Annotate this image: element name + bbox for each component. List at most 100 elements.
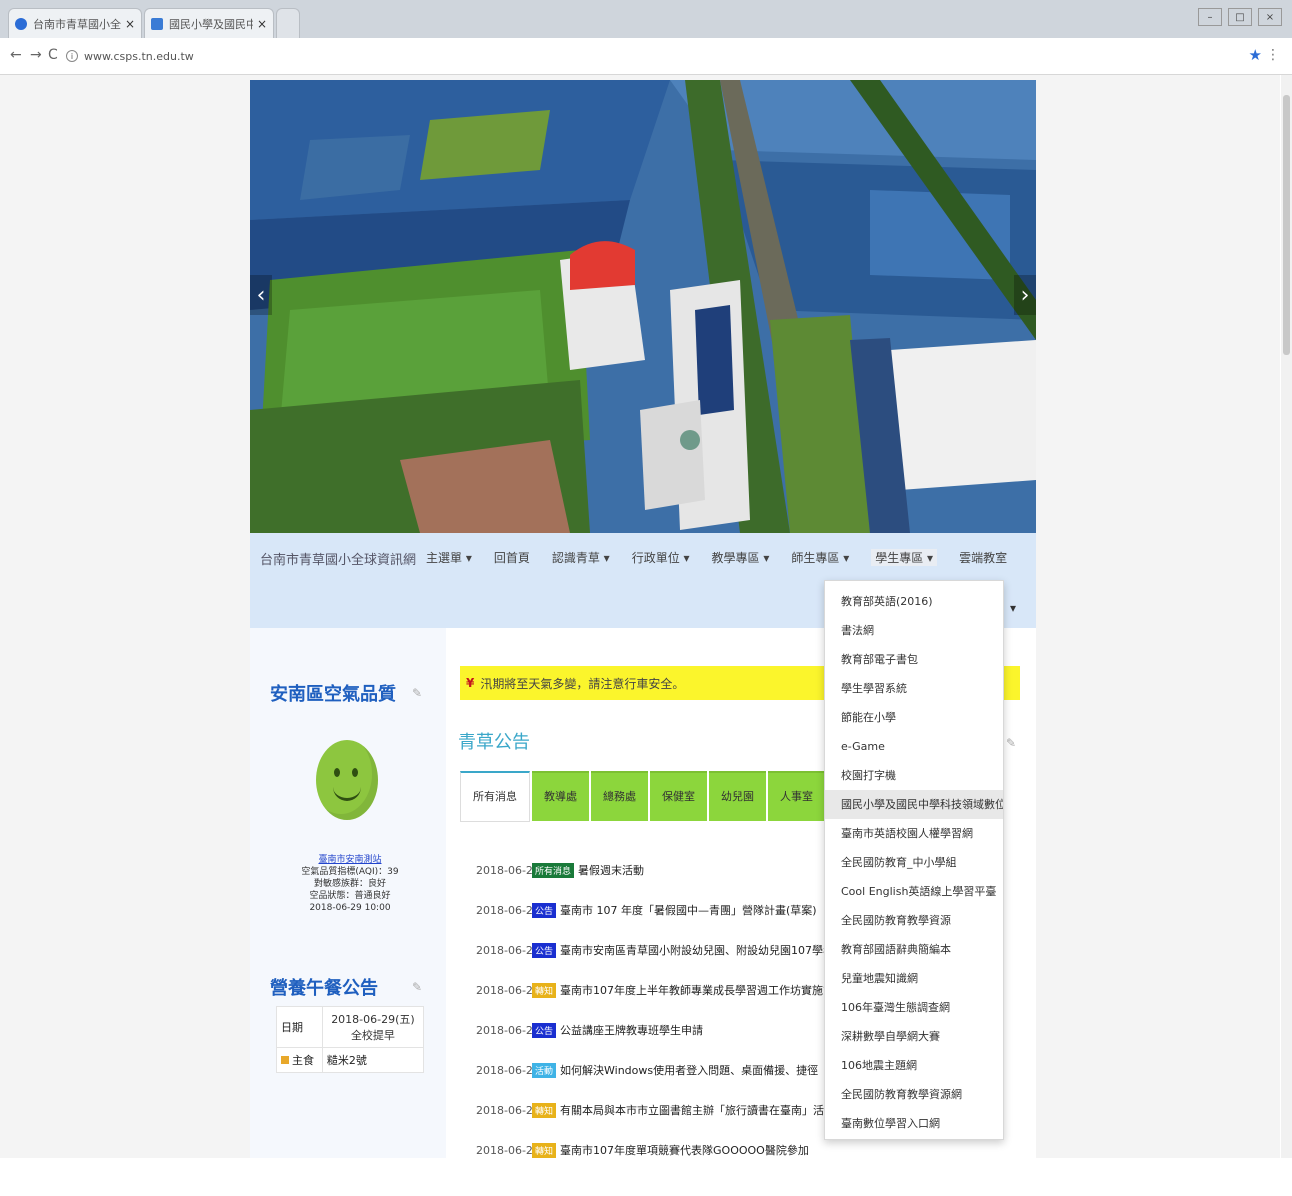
status-badge: 活動 (532, 1062, 557, 1078)
marquee-text: 汛期將至天氣多變，請注意行車安全。 (480, 676, 685, 691)
table-row: 日期 2018-06-29(五) 全校提早 (276, 1006, 425, 1048)
window-controls: – □ × (1198, 8, 1282, 26)
new-tab-button[interactable] (276, 8, 300, 38)
announcements-title: 青草公告 (458, 732, 530, 753)
chevron-down-icon[interactable]: ▾ (1010, 601, 1016, 615)
hero-banner: ‹ › (250, 80, 1036, 533)
dropdown-item[interactable]: 106地震主題網 (825, 1051, 1003, 1080)
url-text: www.csps.tn.edu.tw (84, 49, 194, 63)
maximize-icon[interactable]: □ (1228, 8, 1252, 26)
aqi-text: 空氣品質指標(AQI)：39 (301, 867, 399, 877)
smiley-face-icon (316, 740, 378, 820)
news-title-link[interactable]: 公益講座王牌教專班學生申請 (560, 1022, 703, 1038)
main-menu: 主選單 ▾ 回首頁 認識青草 ▾ 行政單位 ▾ 教學專區 ▾ 師生專區 ▾ 學生… (426, 549, 1007, 566)
tab-health[interactable]: 保健室 (650, 771, 707, 821)
pin-icon[interactable]: ✎ (1006, 736, 1016, 750)
dropdown-item[interactable]: e-Game (825, 732, 1003, 761)
student-dropdown-menu: 教育部英語(2016) 書法網 教育部電子書包 學生學習系統 節能在小學 e-Game 校園… (824, 580, 1004, 1140)
news-title-link[interactable]: 臺南市107年度單項競賽代表隊GOOOOO醫院參加 (560, 1142, 809, 1158)
dropdown-item[interactable]: 臺南數位學習入口網 (825, 1109, 1003, 1138)
menu-item-staff[interactable]: 師生專區 ▾ (791, 549, 849, 566)
news-date: 2018-06-27 (476, 943, 540, 957)
dropdown-item[interactable]: 教育部國語辭典簡編本 (825, 935, 1003, 964)
tab-academic[interactable]: 教導處 (532, 771, 589, 821)
tab-kindergarten[interactable]: 幼兒園 (709, 771, 766, 821)
document-favicon-icon (151, 17, 163, 30)
bookmark-star-icon[interactable]: ★ (1249, 46, 1262, 64)
menu-item-main[interactable]: 主選單 ▾ (426, 549, 472, 566)
dropdown-item[interactable]: 深耕數學自學網大賽 (825, 1022, 1003, 1051)
page-viewport: ‹ › 台南市青草國小全球資訊網 主選單 ▾ 回首頁 認識青草 ▾ 行政單位 ▾… (0, 75, 1280, 1158)
lunch-title: 營養午餐公告 (270, 978, 378, 999)
close-icon[interactable]: × (125, 17, 135, 31)
status-badge: 轉知 (532, 1102, 557, 1118)
url-input[interactable]: i www.csps.tn.edu.tw (66, 46, 1226, 66)
dropdown-item[interactable]: 兒童地震知識網 (825, 964, 1003, 993)
status-badge: 公告 (532, 902, 557, 918)
pin-icon[interactable]: ✎ (412, 686, 422, 700)
update-time: 2018-06-29 10:00 (309, 903, 391, 913)
back-icon[interactable]: ← (10, 47, 22, 63)
lunch-date: 2018-06-29(五) (331, 1013, 415, 1026)
browser-tab-bar: 台南市青草國小全球資訊網 × 國民小學及國民中學科技... × – □ × (0, 0, 1292, 38)
vertical-scrollbar[interactable] (1281, 75, 1292, 1158)
window-close-icon[interactable]: × (1258, 8, 1282, 26)
dropdown-item[interactable]: 學生學習系統 (825, 674, 1003, 703)
news-title-link[interactable]: 臺南市107年度上半年教師專業成長學習週工作坊實施計畫 (560, 982, 845, 998)
dropdown-item[interactable]: 校園打字機 (825, 761, 1003, 790)
lunch-date-note: 全校提早 (350, 1029, 395, 1042)
news-date: 2018-06-27 (476, 1023, 540, 1037)
carousel-prev-icon[interactable]: ‹ (250, 275, 272, 315)
news-title-link[interactable]: 暑假週末活動 (578, 862, 644, 878)
dropdown-item[interactable]: Cool English英語線上學習平臺 (825, 877, 1003, 906)
close-icon[interactable]: × (257, 17, 267, 31)
main-value: 糙米2號 (321, 1047, 425, 1073)
news-title-link[interactable]: 有關本局與本市市立圖書館主辦「旅行讀書在臺南」活動，請 (560, 1102, 857, 1118)
forward-icon[interactable]: → (30, 47, 42, 63)
dropdown-item[interactable]: 書法網 (825, 616, 1003, 645)
reload-icon[interactable]: C (48, 47, 58, 63)
menu-item-about[interactable]: 認識青草 ▾ (552, 549, 610, 566)
dropdown-item[interactable]: 全民國防教育教學資源網 (825, 1080, 1003, 1109)
carousel-next-icon[interactable]: › (1014, 275, 1036, 315)
tab-personnel[interactable]: 人事室 (768, 771, 825, 821)
tab-all[interactable]: 所有消息 (460, 771, 530, 822)
news-title-link[interactable]: 臺南市 107 年度「暑假國中—青團」營隊計畫(草案) (560, 902, 817, 918)
left-sidebar: 安南區空氣品質 ✎ 臺南市安南測站 空氣品質指標(AQI)：39 對敏感族群：良… (250, 628, 446, 1158)
food-icon (281, 1056, 289, 1064)
browser-tab-2[interactable]: 國民小學及國民中學科技... × (144, 8, 274, 38)
site-info-icon[interactable]: i (66, 50, 78, 62)
minimize-icon[interactable]: – (1198, 8, 1222, 26)
lunch-table: 日期 2018-06-29(五) 全校提早 主食 糙米2號 (276, 1006, 425, 1073)
status-badge: 轉知 (532, 1142, 557, 1158)
menu-item-cloud[interactable]: 雲端教室 (959, 549, 1007, 566)
pin-icon[interactable]: ✎ (412, 980, 422, 994)
browser-tab-title: 台南市青草國小全球資訊網 (33, 17, 121, 31)
scrollbar-thumb[interactable] (1283, 95, 1290, 355)
menu-kebab-icon[interactable]: ⋮ (1266, 47, 1280, 63)
dropdown-item[interactable]: 臺南市英語校園人權學習網 (825, 819, 1003, 848)
dropdown-item[interactable]: 全民國防教育教學資源 (825, 906, 1003, 935)
dropdown-item[interactable]: 教育部電子書包 (825, 645, 1003, 674)
menu-item-home[interactable]: 回首頁 (494, 549, 530, 566)
site-brand-link[interactable]: 台南市青草國小全球資訊網 (260, 549, 416, 568)
news-date: 2018-06-26 (476, 1063, 540, 1077)
status-badge: 轉知 (532, 982, 557, 998)
dropdown-item[interactable]: 節能在小學 (825, 703, 1003, 732)
main-label: 主食 (292, 1054, 314, 1067)
station-link[interactable]: 臺南市安南測站 (270, 854, 430, 866)
tab-general[interactable]: 總務處 (591, 771, 648, 821)
menu-item-teaching[interactable]: 教學專區 ▾ (712, 549, 770, 566)
dropdown-item[interactable]: 國民小學及國民中學科技領域數位學習 (825, 790, 1003, 819)
air-quality-title: 安南區空氣品質 (270, 684, 396, 705)
news-date: 2018-06-28 (476, 863, 540, 877)
news-title-link[interactable]: 如何解決Windows使用者登入問題、桌面備援、捷徑 (560, 1062, 818, 1078)
dropdown-item[interactable]: 教育部英語(2016) (825, 587, 1003, 616)
menu-item-admin[interactable]: 行政單位 ▾ (632, 549, 690, 566)
browser-tab-1[interactable]: 台南市青草國小全球資訊網 × (8, 8, 142, 38)
dropdown-item[interactable]: 106年臺灣生態調查網 (825, 993, 1003, 1022)
dropdown-item[interactable]: 全民國防教育_中小學組 (825, 848, 1003, 877)
sensitive-text: 對敏感族群：良好 (313, 879, 386, 889)
table-row: 主食 糙米2號 (276, 1047, 425, 1073)
menu-item-students[interactable]: 學生專區 ▾ (871, 549, 938, 566)
